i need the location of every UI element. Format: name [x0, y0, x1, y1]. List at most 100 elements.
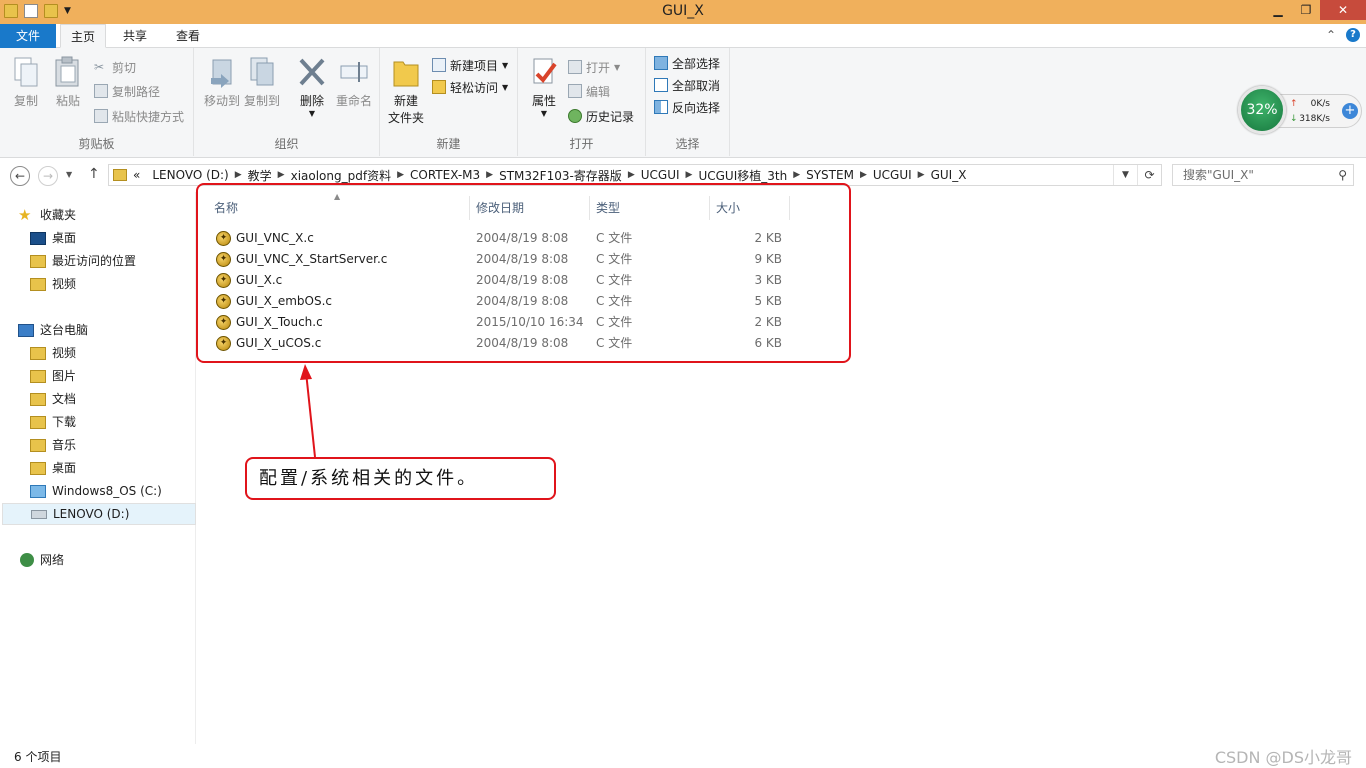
chevron-right-icon[interactable]: ▶ — [793, 170, 800, 180]
chevron-right-icon[interactable]: ▶ — [235, 170, 242, 180]
arrow-up-icon: ↑ — [1290, 99, 1298, 109]
new-folder-button[interactable]: 新建 文件夹 — [384, 56, 428, 126]
nav-pc-downloads[interactable]: 下载 — [30, 411, 76, 433]
recent-locations-icon[interactable]: ▼ — [66, 170, 72, 179]
group-label-organize: 组织 — [274, 137, 299, 151]
breadcrumb-4[interactable]: STM32F103-寄存器版 — [493, 167, 628, 184]
chevron-up-icon[interactable]: ⌃ — [1326, 28, 1336, 42]
open-button[interactable]: 打开 ▼ — [568, 58, 620, 76]
breadcrumb-8[interactable]: UCGUI — [867, 168, 918, 182]
select-none-button[interactable]: 全部取消 — [654, 76, 720, 94]
status-bar: 6 个项目 CSDN @DS小龙哥 — [0, 744, 1366, 768]
breadcrumb-0[interactable]: LENOVO (D:) — [146, 168, 234, 182]
properties-button[interactable]: 属性 ▼ — [522, 56, 566, 118]
minimize-button[interactable]: ▁ — [1264, 0, 1292, 20]
arrow-down-icon: ↓ — [1290, 114, 1298, 124]
chevron-right-icon[interactable]: ▶ — [397, 170, 404, 180]
breadcrumb-5[interactable]: UCGUI — [635, 168, 686, 182]
back-button[interactable]: ← — [10, 166, 30, 186]
paste-button[interactable]: 粘贴 — [46, 56, 90, 109]
select-all-icon — [654, 56, 668, 70]
new-item-button[interactable]: 新建项目 ▼ — [432, 56, 508, 74]
chevron-right-icon[interactable]: ▶ — [628, 170, 635, 180]
nav-pc-pictures[interactable]: 图片 — [30, 365, 76, 387]
nav-favorites[interactable]: ★ 收藏夹 — [18, 204, 76, 226]
breadcrumb-7[interactable]: SYSTEM — [800, 168, 860, 182]
copy-to-button[interactable]: 复制到 — [240, 56, 284, 109]
window-title: GUI_X — [662, 3, 704, 19]
chevron-down-icon: ▼ — [502, 82, 509, 92]
search-input[interactable]: 搜索"GUI_X" ⚲ — [1172, 164, 1354, 186]
select-all-button[interactable]: 全部选择 — [654, 54, 720, 72]
paste-shortcut-icon — [94, 109, 108, 123]
chevron-right-icon[interactable]: ▶ — [686, 170, 693, 180]
maximize-button[interactable]: ❐ — [1292, 0, 1320, 20]
nav-fav-desktop[interactable]: 桌面 — [30, 227, 76, 249]
plus-icon[interactable]: + — [1342, 103, 1358, 119]
annotation-callout: 配置/系统相关的文件。 — [245, 457, 556, 500]
delete-button[interactable]: 删除 ▼ — [290, 56, 334, 118]
group-organize: 移动到 复制到 删除 ▼ 重命名 组织 — [194, 48, 380, 156]
item-count: 6 个项目 — [14, 750, 62, 764]
videos-folder-icon — [30, 346, 46, 360]
chevron-down-icon[interactable]: ▼ — [522, 109, 566, 118]
cut-button[interactable]: ✂ 剪切 — [94, 58, 136, 76]
nav-drive-d[interactable]: LENOVO (D:) — [2, 503, 196, 525]
breadcrumb-2[interactable]: xiaolong_pdf资料 — [285, 167, 398, 184]
chevron-down-icon: ▼ — [614, 62, 621, 72]
star-icon: ★ — [18, 206, 32, 224]
music-folder-icon — [30, 438, 46, 452]
invert-selection-button[interactable]: 反向选择 — [654, 98, 720, 116]
move-to-button[interactable]: 移动到 — [200, 56, 244, 109]
copy-to-icon — [250, 57, 274, 86]
breadcrumb-6[interactable]: UCGUI移植_3th — [692, 167, 793, 184]
chevron-right-icon[interactable]: ▶ — [860, 170, 867, 180]
chevron-right-icon[interactable]: ▶ — [918, 170, 925, 180]
address-overflow[interactable]: « — [127, 168, 146, 182]
network-speed-widget[interactable]: 32% ↑ 0K/s ↓ 318K/s + — [1238, 86, 1364, 136]
ribbon-tabs: 文件 主页 共享 查看 ⌃ ? — [0, 24, 1366, 48]
delete-icon — [299, 58, 325, 86]
history-button[interactable]: 历史记录 — [568, 107, 634, 125]
forward-button[interactable]: → — [38, 166, 58, 186]
chevron-right-icon[interactable]: ▶ — [486, 170, 493, 180]
refresh-icon[interactable]: ⟳ — [1137, 165, 1161, 185]
nav-fav-recent[interactable]: 最近访问的位置 — [30, 250, 136, 272]
tab-file[interactable]: 文件 — [0, 24, 56, 48]
watermark: CSDN @DS小龙哥 — [1214, 748, 1352, 767]
nav-pc-documents[interactable]: 文档 — [30, 388, 76, 410]
nav-pc-music[interactable]: 音乐 — [30, 434, 76, 456]
tab-home[interactable]: 主页 — [60, 24, 106, 48]
help-icon[interactable]: ? — [1346, 28, 1360, 42]
nav-this-pc[interactable]: 这台电脑 — [18, 319, 88, 341]
breadcrumb-9[interactable]: GUI_X — [925, 168, 973, 182]
pictures-folder-icon — [30, 369, 46, 383]
rename-button[interactable]: 重命名 — [332, 56, 376, 109]
nav-pc-desktop[interactable]: 桌面 — [30, 457, 76, 479]
copy-button[interactable]: 复制 — [4, 56, 48, 109]
chevron-down-icon[interactable]: ▼ — [290, 109, 334, 118]
tab-view[interactable]: 查看 — [165, 24, 211, 48]
group-open: 属性 ▼ 打开 ▼ 编辑 历史记录 打开 — [518, 48, 646, 156]
close-button[interactable]: ✕ — [1320, 0, 1366, 20]
edit-button[interactable]: 编辑 — [568, 82, 610, 100]
new-folder-icon — [393, 61, 419, 87]
copy-path-button[interactable]: 复制路径 — [94, 82, 160, 100]
nav-network[interactable]: 网络 — [20, 549, 64, 571]
breadcrumb-1[interactable]: 教学 — [242, 167, 278, 184]
move-to-icon — [211, 59, 232, 88]
nav-pc-videos[interactable]: 视频 — [30, 342, 76, 364]
paste-shortcut-button[interactable]: 粘贴快捷方式 — [94, 107, 184, 125]
nav-drive-c[interactable]: Windows8_OS (C:) — [30, 480, 162, 502]
navigation-pane: ★ 收藏夹 桌面 最近访问的位置 视频 这台电脑 视频 图片 文档 下载 音乐 … — [0, 192, 196, 744]
address-dropdown-icon[interactable]: ▼ — [1113, 165, 1137, 185]
tab-share[interactable]: 共享 — [112, 24, 158, 48]
easy-access-button[interactable]: 轻松访问 ▼ — [432, 78, 508, 96]
chevron-right-icon[interactable]: ▶ — [278, 170, 285, 180]
breadcrumb-3[interactable]: CORTEX-M3 — [404, 168, 486, 182]
up-arrow-icon[interactable]: ↑ — [88, 166, 100, 182]
search-icon[interactable]: ⚲ — [1338, 165, 1347, 185]
nav-fav-videos[interactable]: 视频 — [30, 273, 76, 295]
title-bar: ▼ GUI_X ▁ ❐ ✕ — [0, 0, 1366, 24]
downloads-folder-icon — [30, 415, 46, 429]
